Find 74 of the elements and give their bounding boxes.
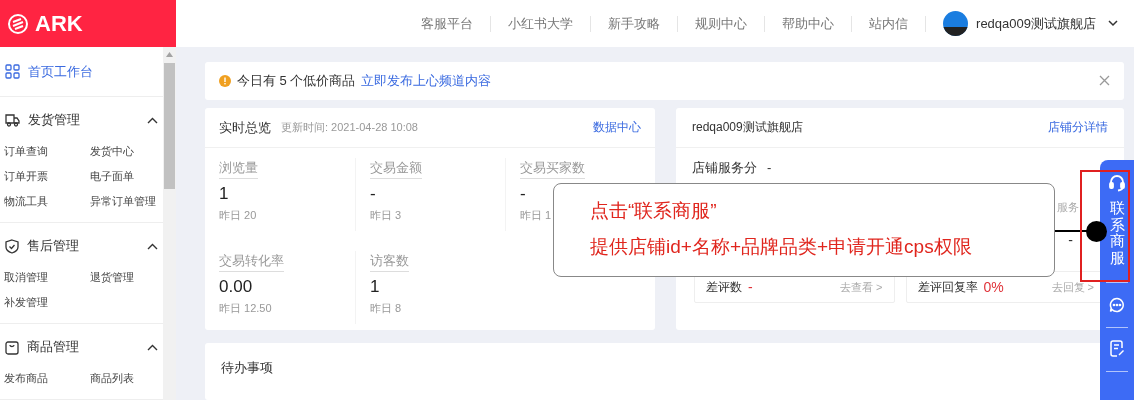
stat-yesterday: 昨日 3 bbox=[370, 207, 402, 223]
menu-section-header[interactable]: 发货管理 bbox=[0, 97, 163, 143]
menu-item[interactable]: 订单开票 bbox=[4, 168, 90, 185]
menu-item[interactable]: 订单查询 bbox=[4, 143, 90, 160]
menu-item[interactable]: 发布商品 bbox=[4, 370, 90, 387]
user-name[interactable]: redqa009测试旗舰店 bbox=[976, 13, 1096, 34]
stat-value: - bbox=[370, 182, 376, 205]
shield-check-icon bbox=[5, 238, 19, 254]
stat-value: - bbox=[520, 182, 526, 205]
stat-yesterday: 昨日 12.50 bbox=[219, 300, 272, 316]
avatar-icon bbox=[943, 11, 969, 36]
stat-value: 0.00 bbox=[219, 275, 253, 298]
menu-item[interactable]: 电子面单 bbox=[90, 168, 159, 185]
nav-link[interactable]: 客服平台 bbox=[404, 13, 491, 34]
stat-yesterday: 昨日 1 bbox=[520, 207, 552, 223]
chevron-up-icon[interactable] bbox=[147, 343, 158, 351]
review-value: 0% bbox=[983, 277, 1005, 297]
score-label: 店铺服务分 bbox=[692, 158, 757, 177]
chevron-down-icon bbox=[1108, 20, 1118, 27]
data-center-link[interactable]: 数据中心 bbox=[593, 118, 641, 137]
truck-icon bbox=[5, 113, 20, 127]
update-time: 更新时间: 2021-04-28 10:08 bbox=[281, 120, 419, 135]
metric-label: 服务 bbox=[1057, 200, 1079, 216]
shop-score-link[interactable]: 店铺分详情 bbox=[1048, 118, 1108, 137]
notice-text: 今日有 5 个低价商品 bbox=[237, 72, 356, 91]
chevron-up-icon[interactable] bbox=[147, 242, 158, 250]
stat-label: 访客数 bbox=[370, 250, 409, 272]
menu-section-header[interactable]: 售后管理 bbox=[0, 223, 163, 269]
callout-text: 提供店铺id+名称+品牌品类+申请开通cps权限 bbox=[590, 235, 973, 259]
stat-value: 1 bbox=[370, 275, 380, 298]
card-title: 实时总览 bbox=[219, 118, 271, 137]
callout-text: 点击“联系商服” bbox=[590, 199, 718, 223]
menu-section-header[interactable]: 商品管理 bbox=[0, 324, 163, 370]
logo-text: ARK bbox=[35, 10, 83, 38]
nav-link[interactable]: 小红书大学 bbox=[491, 13, 591, 34]
score-value: - bbox=[767, 158, 772, 177]
nav-link[interactable]: 新手攻略 bbox=[591, 13, 678, 34]
card-title: redqa009测试旗舰店 bbox=[692, 119, 803, 137]
scrollbar-thumb[interactable] bbox=[164, 63, 175, 189]
bag-icon bbox=[5, 339, 19, 355]
menu-item[interactable]: 发货中心 bbox=[90, 143, 159, 160]
menu-item[interactable]: 补发管理 bbox=[4, 294, 90, 311]
stat-yesterday: 昨日 20 bbox=[219, 207, 257, 223]
contact-service-link[interactable]: 联系商服 bbox=[1109, 200, 1125, 266]
headset-icon bbox=[1109, 174, 1125, 192]
nav-link[interactable]: 站内信 bbox=[852, 13, 926, 34]
leader-line bbox=[1055, 230, 1087, 232]
warning-icon bbox=[219, 74, 231, 87]
stat-label: 浏览量 bbox=[219, 157, 258, 179]
stat-value: 1 bbox=[219, 182, 229, 205]
logo-icon bbox=[7, 12, 29, 35]
close-icon[interactable] bbox=[1099, 75, 1110, 87]
nav-link[interactable]: 帮助中心 bbox=[765, 13, 852, 34]
metric-value: - bbox=[1068, 230, 1073, 250]
notice-link[interactable]: 立即发布上心频道内容 bbox=[361, 71, 1093, 91]
stat-label: 交易金额 bbox=[370, 157, 422, 179]
note-icon bbox=[1109, 340, 1125, 357]
stat-label: 交易转化率 bbox=[219, 250, 284, 272]
review-label: 差评回复率 bbox=[917, 279, 978, 297]
chevron-up-icon[interactable] bbox=[147, 116, 158, 124]
scroll-up-icon bbox=[166, 52, 173, 57]
menu-item[interactable]: 物流工具 bbox=[4, 193, 90, 210]
stat-label: 交易买家数 bbox=[520, 157, 585, 179]
chat-icon bbox=[1109, 297, 1125, 313]
review-value: - bbox=[748, 277, 754, 297]
card-title: 待办事项 bbox=[221, 359, 273, 375]
grid-icon bbox=[5, 64, 20, 79]
nav-link[interactable]: 规则中心 bbox=[678, 13, 765, 34]
menu-item[interactable]: 退货管理 bbox=[90, 269, 159, 286]
stat-yesterday: 昨日 8 bbox=[370, 300, 402, 316]
menu-item[interactable]: 取消管理 bbox=[4, 269, 90, 286]
menu-item[interactable]: 异常订单管理 bbox=[90, 193, 159, 210]
review-label: 差评数 bbox=[706, 279, 742, 297]
menu-item[interactable]: 商品列表 bbox=[90, 370, 159, 387]
